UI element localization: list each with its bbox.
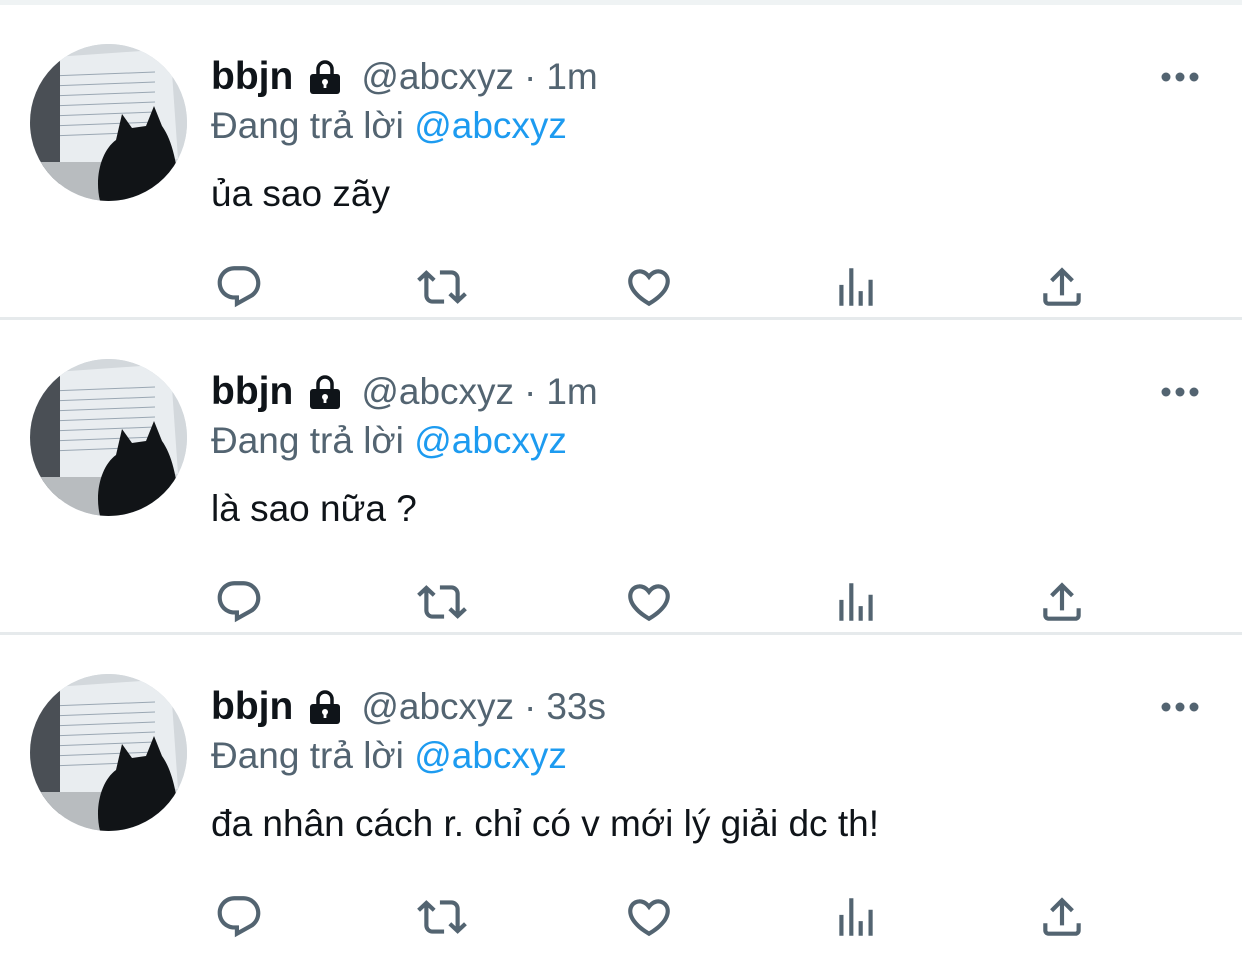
avatar-image <box>30 359 187 516</box>
reply-icon[interactable] <box>211 574 267 630</box>
tweet-header: bbjn @abcxyz · 33s <box>211 682 606 732</box>
mention-link[interactable]: @abcxyz <box>414 735 567 776</box>
mention-link[interactable]: @abcxyz <box>414 420 567 461</box>
more-icon[interactable] <box>1158 695 1202 719</box>
replying-label: Đang trả lời <box>211 105 404 146</box>
tweet-header: bbjn @abcxyz · 1m <box>211 367 598 417</box>
like-icon[interactable] <box>621 574 677 630</box>
replying-to: Đang trả lời @abcxyz <box>211 735 567 777</box>
lock-icon <box>305 57 345 97</box>
views-icon[interactable] <box>828 889 884 945</box>
replying-label: Đang trả lời <box>211 420 404 461</box>
tweet[interactable]: bbjn @abcxyz · 1m Đang trả lời @abcxyz l… <box>0 320 1242 632</box>
tweet-time[interactable]: 33s <box>546 686 606 728</box>
avatar[interactable] <box>30 44 187 201</box>
tweet-text: ủa sao zãy <box>211 173 390 214</box>
tweet-actions <box>211 259 1091 315</box>
author-name[interactable]: bbjn <box>211 685 293 729</box>
avatar-image <box>30 44 187 201</box>
reply-icon[interactable] <box>211 259 267 315</box>
replying-to: Đang trả lời @abcxyz <box>211 105 567 147</box>
share-icon[interactable] <box>1034 889 1090 945</box>
retweet-icon[interactable] <box>414 889 470 945</box>
like-icon[interactable] <box>621 889 677 945</box>
tweet-text: là sao nữa ? <box>211 488 417 529</box>
share-icon[interactable] <box>1034 259 1090 315</box>
like-icon[interactable] <box>621 259 677 315</box>
author-handle[interactable]: @abcxyz <box>361 371 514 413</box>
tweet-time[interactable]: 1m <box>546 56 597 98</box>
tweet-actions <box>211 574 1091 630</box>
separator-dot: · <box>524 371 537 412</box>
avatar[interactable] <box>30 674 187 831</box>
author-name[interactable]: bbjn <box>211 370 293 414</box>
views-icon[interactable] <box>828 574 884 630</box>
replying-to: Đang trả lời @abcxyz <box>211 420 567 462</box>
retweet-icon[interactable] <box>414 574 470 630</box>
share-icon[interactable] <box>1034 574 1090 630</box>
tweet-time[interactable]: 1m <box>546 371 597 413</box>
more-icon[interactable] <box>1158 380 1202 404</box>
separator-dot: · <box>524 686 537 727</box>
tweet[interactable]: bbjn @abcxyz · 1m Đang trả lời @abcxyz ủ… <box>0 5 1242 317</box>
reply-icon[interactable] <box>211 889 267 945</box>
author-handle[interactable]: @abcxyz <box>361 686 514 728</box>
tweet-text: đa nhân cách r. chỉ có v mới lý giải dc … <box>211 803 879 844</box>
views-icon[interactable] <box>828 259 884 315</box>
tweet[interactable]: bbjn @abcxyz · 33s Đang trả lời @abcxyz … <box>0 635 1242 947</box>
lock-icon <box>305 687 345 727</box>
avatar-image <box>30 674 187 831</box>
retweet-icon[interactable] <box>414 259 470 315</box>
replying-label: Đang trả lời <box>211 735 404 776</box>
author-handle[interactable]: @abcxyz <box>361 56 514 98</box>
avatar[interactable] <box>30 359 187 516</box>
tweet-header: bbjn @abcxyz · 1m <box>211 52 598 102</box>
mention-link[interactable]: @abcxyz <box>414 105 567 146</box>
more-icon[interactable] <box>1158 65 1202 89</box>
tweet-feed: bbjn @abcxyz · 1m Đang trả lời @abcxyz ủ… <box>0 5 1242 947</box>
tweet-actions <box>211 889 1091 945</box>
separator-dot: · <box>524 56 537 97</box>
author-name[interactable]: bbjn <box>211 55 293 99</box>
lock-icon <box>305 372 345 412</box>
